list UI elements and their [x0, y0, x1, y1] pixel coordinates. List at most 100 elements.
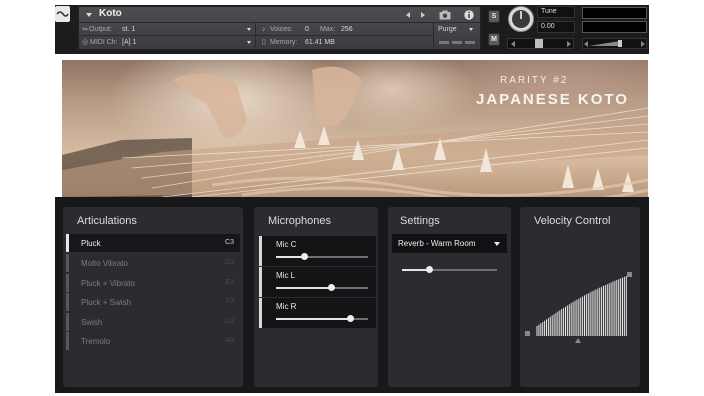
tune-value[interactable]: 0.00: [537, 21, 575, 33]
slider-knob[interactable]: [346, 315, 354, 322]
memory-label: Memory:: [270, 39, 298, 46]
selection-bar: [66, 293, 69, 311]
articulation-item-tremolo[interactable]: Tremolo A3: [66, 332, 240, 350]
next-instrument-icon[interactable]: [421, 12, 425, 18]
tune-label: Tune: [537, 6, 575, 18]
mic-indicator-bar: [259, 236, 262, 266]
mic-indicator-bar: [259, 267, 262, 297]
slider-knob[interactable]: [300, 253, 308, 260]
volume-down-icon: [584, 41, 588, 47]
curve-end-handle[interactable]: [627, 272, 632, 277]
volume-up-icon: [641, 41, 645, 47]
banner-title: JAPANESE KOTO: [476, 91, 629, 108]
curve-start-handle[interactable]: [525, 331, 530, 336]
articulation-label: Pluck + Swish: [81, 298, 132, 307]
pan-right-icon: [567, 41, 571, 47]
articulation-item-pluck-vibrato[interactable]: Pluck + Vibrato E3: [66, 274, 240, 292]
instrument-name[interactable]: Koto: [99, 8, 122, 19]
slider-fill: [276, 318, 350, 320]
mic-r-slider[interactable]: [276, 315, 368, 322]
articulation-key: F3: [225, 298, 234, 305]
voices-value: 0: [305, 26, 309, 33]
purge-meter-a: [439, 41, 449, 44]
midi-dropdown-icon[interactable]: [247, 41, 251, 44]
mic-r-row: Mic R: [259, 298, 376, 328]
microphones-title: Microphones: [268, 215, 331, 227]
level-meter-right: [582, 21, 647, 33]
output-value[interactable]: st. 1: [122, 25, 135, 34]
mic-indicator-bar: [259, 298, 262, 328]
selection-bar: [66, 332, 69, 350]
mic-c-row: Mic C: [259, 236, 376, 266]
mic-c-slider[interactable]: [276, 253, 368, 260]
purge-meter-b: [452, 41, 462, 44]
articulation-key: A3: [225, 337, 234, 344]
reverb-preset-value: Reverb - Warm Room: [398, 239, 476, 248]
chevron-down-icon: [494, 242, 500, 246]
voices-icon: ♪: [262, 26, 266, 33]
selection-bar: [66, 313, 69, 331]
articulation-label: Pluck: [81, 239, 101, 248]
articulation-key: G3: [224, 318, 234, 325]
camera-icon[interactable]: [439, 10, 451, 20]
prev-instrument-icon[interactable]: [406, 12, 410, 18]
articulation-key: C3: [225, 239, 234, 246]
kontakt-logo-icon: [55, 6, 70, 22]
tune-knob[interactable]: [507, 5, 535, 33]
voices-label: Voices:: [270, 26, 293, 33]
slider-fill: [402, 269, 429, 271]
purge-dropdown-icon[interactable]: [469, 28, 473, 31]
curve-shape-handle[interactable]: [575, 338, 581, 343]
articulation-item-molto-vibrato[interactable]: Molto Vibrato D3: [66, 254, 240, 272]
output-label: Output:: [89, 26, 112, 33]
midi-channel-value[interactable]: [A] 1: [122, 38, 136, 47]
articulation-key: E3: [225, 279, 234, 286]
articulation-item-swish[interactable]: Swish G3: [66, 313, 240, 331]
pan-left-icon: [511, 41, 515, 47]
volume-slider[interactable]: [582, 38, 647, 49]
memory-icon: ▯: [262, 39, 266, 46]
selection-bar: [66, 234, 69, 252]
velocity-curve-editor[interactable]: [525, 268, 635, 350]
reverb-amount-slider[interactable]: [402, 266, 497, 273]
mic-l-slider[interactable]: [276, 284, 368, 291]
articulation-label: Pluck + Vibrato: [81, 279, 135, 288]
slider-fill: [276, 256, 304, 258]
slider-knob[interactable]: [425, 266, 433, 273]
instrument-menu-icon[interactable]: [86, 13, 92, 17]
articulation-label: Molto Vibrato: [81, 259, 128, 268]
selection-bar: [66, 274, 69, 292]
max-voices-value[interactable]: 256: [341, 25, 353, 34]
articulation-key: D3: [225, 259, 234, 266]
reverb-preset-dropdown[interactable]: Reverb - Warm Room: [392, 234, 507, 253]
articulation-label: Tremolo: [81, 337, 111, 346]
articulations-title: Articulations: [77, 215, 137, 227]
selection-bar: [66, 254, 69, 272]
output-icon: ⇋: [82, 26, 88, 33]
articulation-label: Swish: [81, 318, 103, 327]
midi-icon: ◎: [82, 39, 89, 46]
pan-slider-handle[interactable]: [535, 39, 543, 48]
solo-button[interactable]: S: [488, 10, 500, 23]
mute-button[interactable]: M: [488, 33, 500, 46]
articulation-item-pluck-swish[interactable]: Pluck + Swish F3: [66, 293, 240, 311]
settings-title: Settings: [400, 215, 440, 227]
mic-label: Mic L: [276, 271, 296, 280]
mic-label: Mic C: [276, 240, 297, 249]
slider-fill: [276, 287, 332, 289]
articulation-item-pluck[interactable]: Pluck C3: [66, 234, 240, 252]
purge-meter-c: [465, 41, 475, 44]
memory-value: 61.41 MB: [305, 39, 335, 46]
velocity-title: Velocity Control: [534, 215, 611, 227]
purge-button[interactable]: Purge: [438, 25, 457, 34]
info-icon[interactable]: [464, 10, 474, 20]
slider-knob[interactable]: [328, 284, 336, 291]
mic-l-row: Mic L: [259, 267, 376, 297]
banner-subtitle: RARITY #2: [500, 75, 569, 86]
microphones-panel: [254, 207, 378, 387]
max-label: Max:: [320, 26, 336, 33]
midi-channel-label: MIDI Ch:: [90, 39, 118, 46]
output-dropdown-icon[interactable]: [247, 28, 251, 31]
level-meter-left: [582, 7, 647, 19]
mic-label: Mic R: [276, 302, 297, 311]
